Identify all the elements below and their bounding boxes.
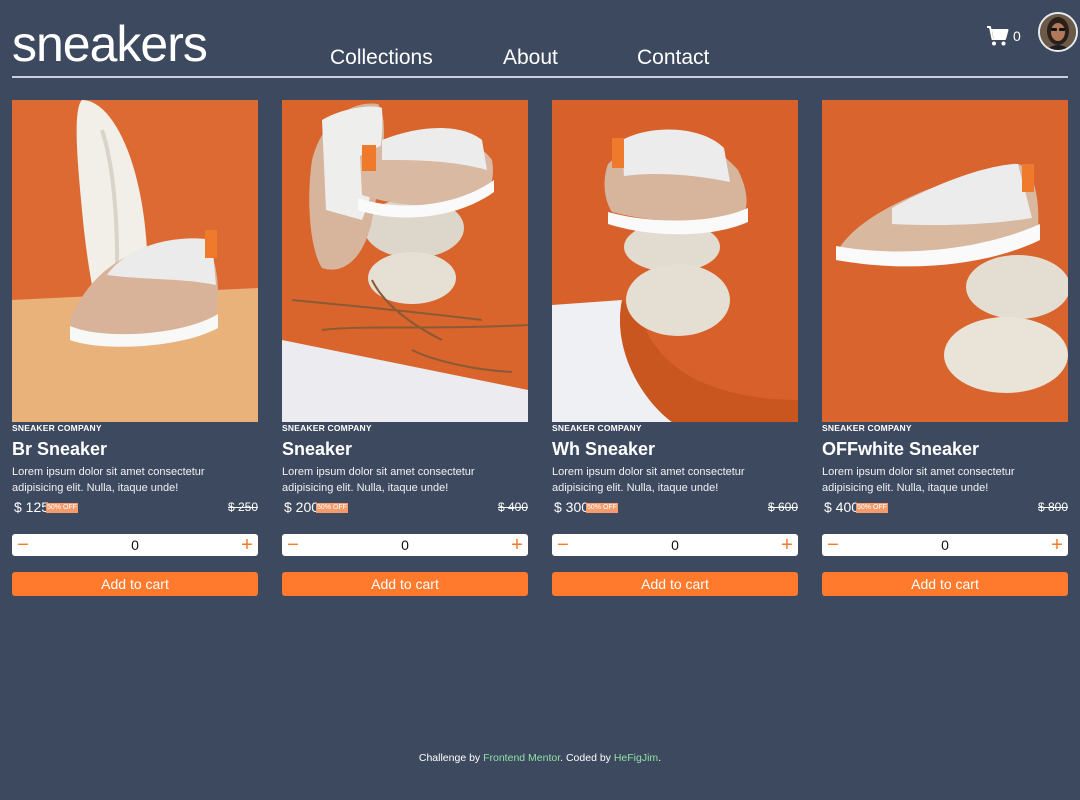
original-price: $ 400: [497, 500, 528, 514]
footer-prefix: Challenge by: [418, 752, 484, 764]
company-label: SNEAKER COMPANY: [12, 423, 102, 433]
quantity-stepper: − 0 +: [12, 534, 258, 556]
attribution-footer: Challenge by Frontend Mentor. Coded by H…: [0, 752, 1080, 764]
decrease-quantity-button[interactable]: −: [822, 534, 844, 556]
quantity-stepper: − 0 +: [552, 534, 798, 556]
product-card: SNEAKER COMPANY Wh Sneaker Lorem ipsum d…: [552, 100, 798, 600]
decrease-quantity-button[interactable]: −: [552, 534, 574, 556]
quantity-stepper: − 0 +: [822, 534, 1068, 556]
product-card: SNEAKER COMPANY OFFwhite Sneaker Lorem i…: [822, 100, 1068, 600]
product-name[interactable]: Sneaker: [282, 438, 352, 460]
add-to-cart-button[interactable]: Add to cart: [552, 572, 798, 596]
company-label: SNEAKER COMPANY: [822, 423, 912, 433]
product-price: $ 200: [284, 499, 320, 515]
product-card: SNEAKER COMPANY Br Sneaker Lorem ipsum d…: [12, 100, 258, 600]
frontend-mentor-link[interactable]: Frontend Mentor: [483, 752, 560, 764]
cart-icon: [987, 26, 1009, 46]
product-description: Lorem ipsum dolor sit amet consectetur a…: [552, 466, 745, 494]
company-label: SNEAKER COMPANY: [282, 423, 372, 433]
add-to-cart-button[interactable]: Add to cart: [12, 572, 258, 596]
decrease-quantity-button[interactable]: −: [12, 534, 34, 556]
nav-link-about[interactable]: About: [503, 44, 558, 72]
product-price: $ 125: [14, 499, 50, 515]
add-to-cart-button[interactable]: Add to cart: [822, 572, 1068, 596]
discount-badge: 50% OFF: [586, 503, 618, 513]
cart-count: 0: [1013, 28, 1021, 44]
increase-quantity-button[interactable]: +: [1046, 534, 1068, 556]
nav-link-collections[interactable]: Collections: [330, 44, 433, 72]
quantity-value[interactable]: 0: [312, 534, 498, 556]
add-to-cart-button[interactable]: Add to cart: [282, 572, 528, 596]
product-image[interactable]: [282, 100, 528, 422]
page: sneakers Collections About Contact 0 SNE…: [0, 0, 1080, 800]
product-grid: SNEAKER COMPANY Br Sneaker Lorem ipsum d…: [12, 100, 1068, 600]
discount-badge: 50% OFF: [316, 503, 348, 513]
product-description: Lorem ipsum dolor sit amet consectetur a…: [282, 466, 475, 494]
logo[interactable]: sneakers: [12, 14, 208, 74]
increase-quantity-button[interactable]: +: [776, 534, 798, 556]
quantity-value[interactable]: 0: [852, 534, 1038, 556]
quantity-stepper: − 0 +: [282, 534, 528, 556]
decrease-quantity-button[interactable]: −: [282, 534, 304, 556]
product-name[interactable]: Br Sneaker: [12, 438, 107, 460]
product-price: $ 300: [554, 499, 590, 515]
original-price: $ 250: [227, 500, 258, 514]
quantity-value[interactable]: 0: [582, 534, 768, 556]
discount-badge: 50% OFF: [46, 503, 78, 513]
company-label: SNEAKER COMPANY: [552, 423, 642, 433]
quantity-value[interactable]: 0: [42, 534, 228, 556]
footer-suffix: .: [658, 752, 662, 764]
original-price: $ 800: [1037, 500, 1068, 514]
product-description: Lorem ipsum dolor sit amet consectetur a…: [822, 466, 1015, 494]
nav-link-contact[interactable]: Contact: [637, 44, 709, 72]
product-image[interactable]: [822, 100, 1068, 422]
product-name[interactable]: Wh Sneaker: [552, 438, 655, 460]
product-name[interactable]: OFFwhite Sneaker: [822, 438, 979, 460]
author-link[interactable]: HeFigJim: [614, 752, 658, 764]
product-price: $ 400: [824, 499, 860, 515]
user-avatar[interactable]: [1038, 12, 1078, 52]
discount-badge: 50% OFF: [856, 503, 888, 513]
product-image[interactable]: [552, 100, 798, 422]
product-description: Lorem ipsum dolor sit amet consectetur a…: [12, 466, 205, 494]
avatar-image: [1040, 14, 1076, 50]
product-image[interactable]: [12, 100, 258, 422]
footer-middle: . Coded by: [560, 752, 614, 764]
site-header: sneakers Collections About Contact 0: [12, 0, 1078, 78]
original-price: $ 600: [767, 500, 798, 514]
increase-quantity-button[interactable]: +: [236, 534, 258, 556]
product-card: SNEAKER COMPANY Sneaker Lorem ipsum dolo…: [282, 100, 528, 600]
cart-button[interactable]: 0: [986, 24, 1026, 52]
increase-quantity-button[interactable]: +: [506, 534, 528, 556]
